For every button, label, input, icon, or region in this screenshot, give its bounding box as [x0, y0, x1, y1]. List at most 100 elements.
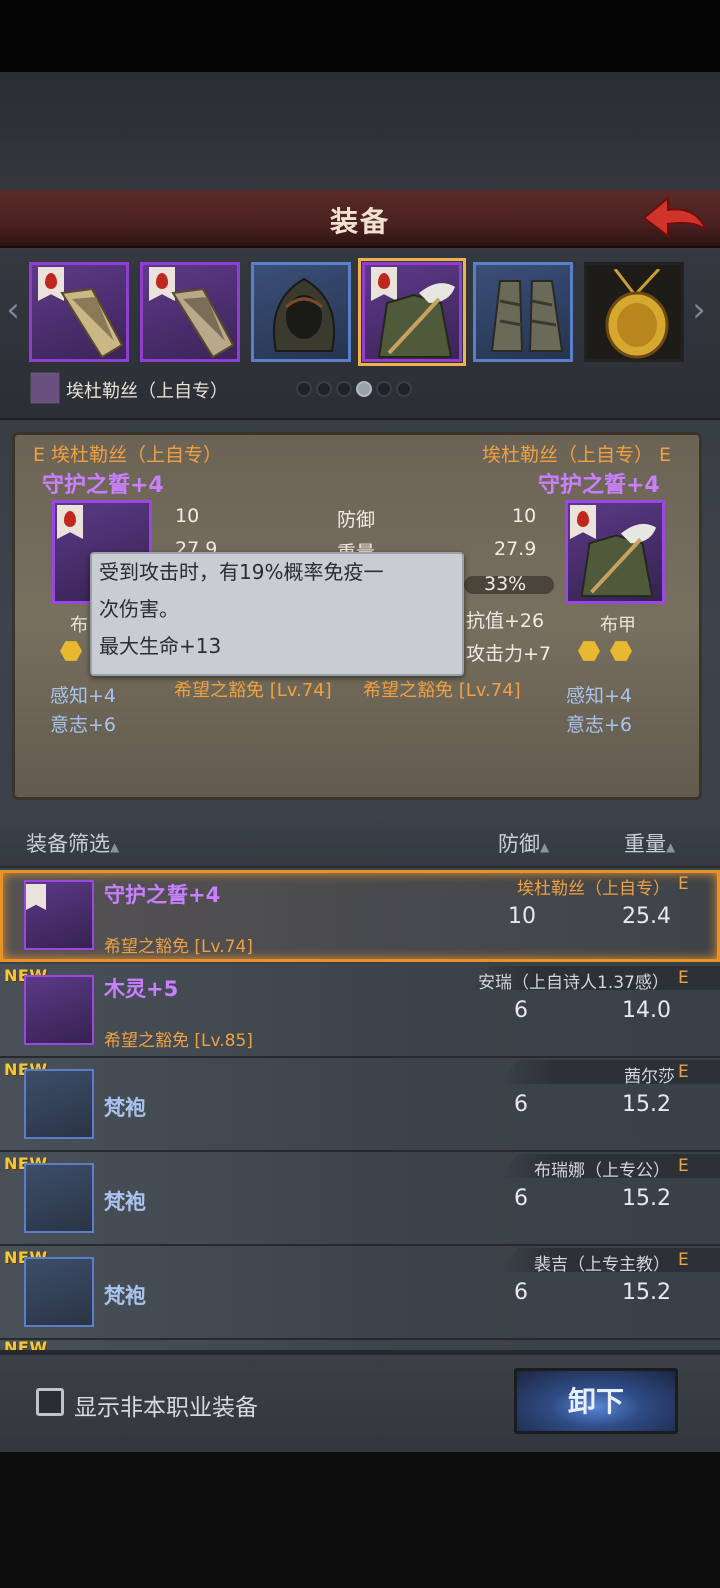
item-thumbnail [24, 975, 94, 1045]
page-dot [336, 381, 352, 397]
item-owner: 安瑞（上自诗人1.37感） [478, 973, 669, 993]
right-extra-1: 抗值+26 [466, 610, 545, 632]
item-weight: 15.2 [622, 1186, 671, 1211]
item-thumbnail [24, 1163, 94, 1233]
show-other-class-label[interactable]: 显示非本职业装备 [74, 1388, 258, 1422]
left-stat-perception: 感知+4 [50, 685, 117, 707]
left-item-name: 守护之誓+4 [42, 473, 164, 498]
page-dot [316, 381, 332, 397]
left-owner: E 埃杜勒丝（上自专） [33, 444, 223, 466]
page-title: 装备 [329, 205, 390, 238]
item-owner: 埃杜勒丝（上自专） [517, 879, 670, 899]
sort-weight-button[interactable]: 重量▲ [624, 828, 675, 858]
nav-bar [0, 1452, 720, 1588]
item-thumbnail [24, 1069, 94, 1139]
page-dot-active [356, 381, 372, 397]
enchant-tooltip: 受到攻击时，有19%概率免疫一 次伤害。 最大生命+13 [90, 552, 464, 676]
filter-label: 装备筛选 [26, 832, 110, 856]
amulet-icon [605, 269, 669, 359]
item-thumbnail [24, 880, 94, 950]
item-name: 梵袍 [104, 1190, 146, 1214]
item-defense: 10 [508, 904, 536, 929]
sort-caret-icon: ▲ [110, 840, 120, 854]
slot-cloak-1[interactable] [29, 262, 129, 362]
hood-icon [272, 277, 336, 352]
item-grade: E [678, 1062, 689, 1082]
slot-cloak-2[interactable] [140, 262, 240, 362]
tooltip-line-1: 受到攻击时，有19%概率免疫一 [99, 560, 384, 584]
slot-hood[interactable] [251, 262, 351, 362]
item-name: 梵袍 [104, 1096, 146, 1120]
item-row-partial[interactable] [0, 1340, 720, 1352]
tooltip-line-2: 次伤害。 [99, 597, 179, 621]
sort-caret-icon: ▲ [540, 840, 550, 854]
item-owner: 茜尔莎 [624, 1067, 675, 1087]
sort-caret-icon: ▲ [666, 840, 676, 854]
unequip-button[interactable]: 卸下 [514, 1368, 678, 1434]
item-grade: E [678, 1156, 689, 1176]
item-grade: E [678, 968, 689, 988]
item-defense: 6 [514, 1186, 528, 1211]
slot-boots[interactable] [473, 262, 573, 362]
item-weight: 25.4 [622, 904, 671, 929]
show-other-class-checkbox[interactable] [36, 1388, 64, 1416]
robe-armor-icon [377, 283, 455, 358]
item-weight: 14.0 [622, 998, 671, 1023]
item-defense: 6 [514, 998, 528, 1023]
item-grade: E [678, 1250, 689, 1270]
chevron-left-icon[interactable]: ‹ [4, 290, 22, 330]
character-name: 埃杜勒丝（上自专） [66, 381, 228, 402]
right-enchant: 希望之豁免 [Lv.74] [363, 680, 521, 701]
character-avatar [30, 372, 60, 404]
left-enchant: 希望之豁免 [Lv.74] [174, 680, 332, 701]
right-weight: 27.9 [494, 538, 537, 560]
weight-column-label: 重量 [624, 832, 666, 856]
unequip-label: 卸下 [567, 1385, 624, 1418]
left-defense: 10 [175, 505, 200, 527]
status-bar [0, 0, 720, 72]
tooltip-line-3: 最大生命+13 [99, 634, 222, 658]
slot-amulet[interactable] [584, 262, 684, 362]
cloak-icon [60, 287, 124, 359]
chevron-right-icon[interactable]: › [690, 290, 708, 330]
filter-sort-button[interactable]: 装备筛选▲ [26, 828, 119, 858]
slot-armor[interactable] [358, 258, 466, 366]
item-weight: 15.2 [622, 1092, 671, 1117]
page-dot [296, 381, 312, 397]
right-stat-will: 意志+6 [566, 714, 633, 736]
item-owner: 裴吉（上专主教） [534, 1255, 670, 1275]
right-item-name: 守护之誓+4 [538, 473, 660, 498]
item-weight: 15.2 [622, 1280, 671, 1305]
page-indicator [296, 381, 416, 401]
defense-column-label: 防御 [498, 832, 540, 856]
sort-defense-button[interactable]: 防御▲ [498, 828, 549, 858]
item-defense: 6 [514, 1280, 528, 1305]
right-stat-perception: 感知+4 [566, 685, 633, 707]
item-grade: E [678, 874, 689, 894]
robe-armor-icon [580, 523, 657, 598]
right-evade: 33% [484, 573, 527, 595]
class-banner-icon [57, 505, 83, 539]
cloak-icon [171, 287, 235, 359]
right-owner: 埃杜勒丝（上自专） E [482, 444, 672, 466]
item-name: 守护之誓+4 [104, 883, 221, 907]
boots-icon [490, 280, 564, 352]
defense-label: 防御 [337, 509, 376, 531]
item-defense: 6 [514, 1092, 528, 1117]
new-badge: NEW [4, 1338, 48, 1350]
class-banner-icon [26, 884, 46, 910]
left-item-type: 布 [70, 615, 88, 636]
item-enchant: 希望之豁免 [Lv.85] [104, 1031, 253, 1051]
right-item-icon [565, 500, 665, 604]
left-stat-will: 意志+6 [50, 714, 117, 736]
back-arrow-icon [642, 195, 707, 238]
item-enchant: 希望之豁免 [Lv.74] [104, 937, 253, 957]
item-name: 木灵+5 [104, 977, 179, 1001]
right-item-type: 布甲 [600, 615, 636, 636]
page-dot [396, 381, 412, 397]
back-button[interactable] [640, 192, 710, 244]
item-thumbnail [24, 1257, 94, 1327]
item-owner: 布瑞娜（上专公） [534, 1161, 670, 1181]
right-extra-2: 攻击力+7 [466, 643, 552, 665]
page-dot [376, 381, 392, 397]
